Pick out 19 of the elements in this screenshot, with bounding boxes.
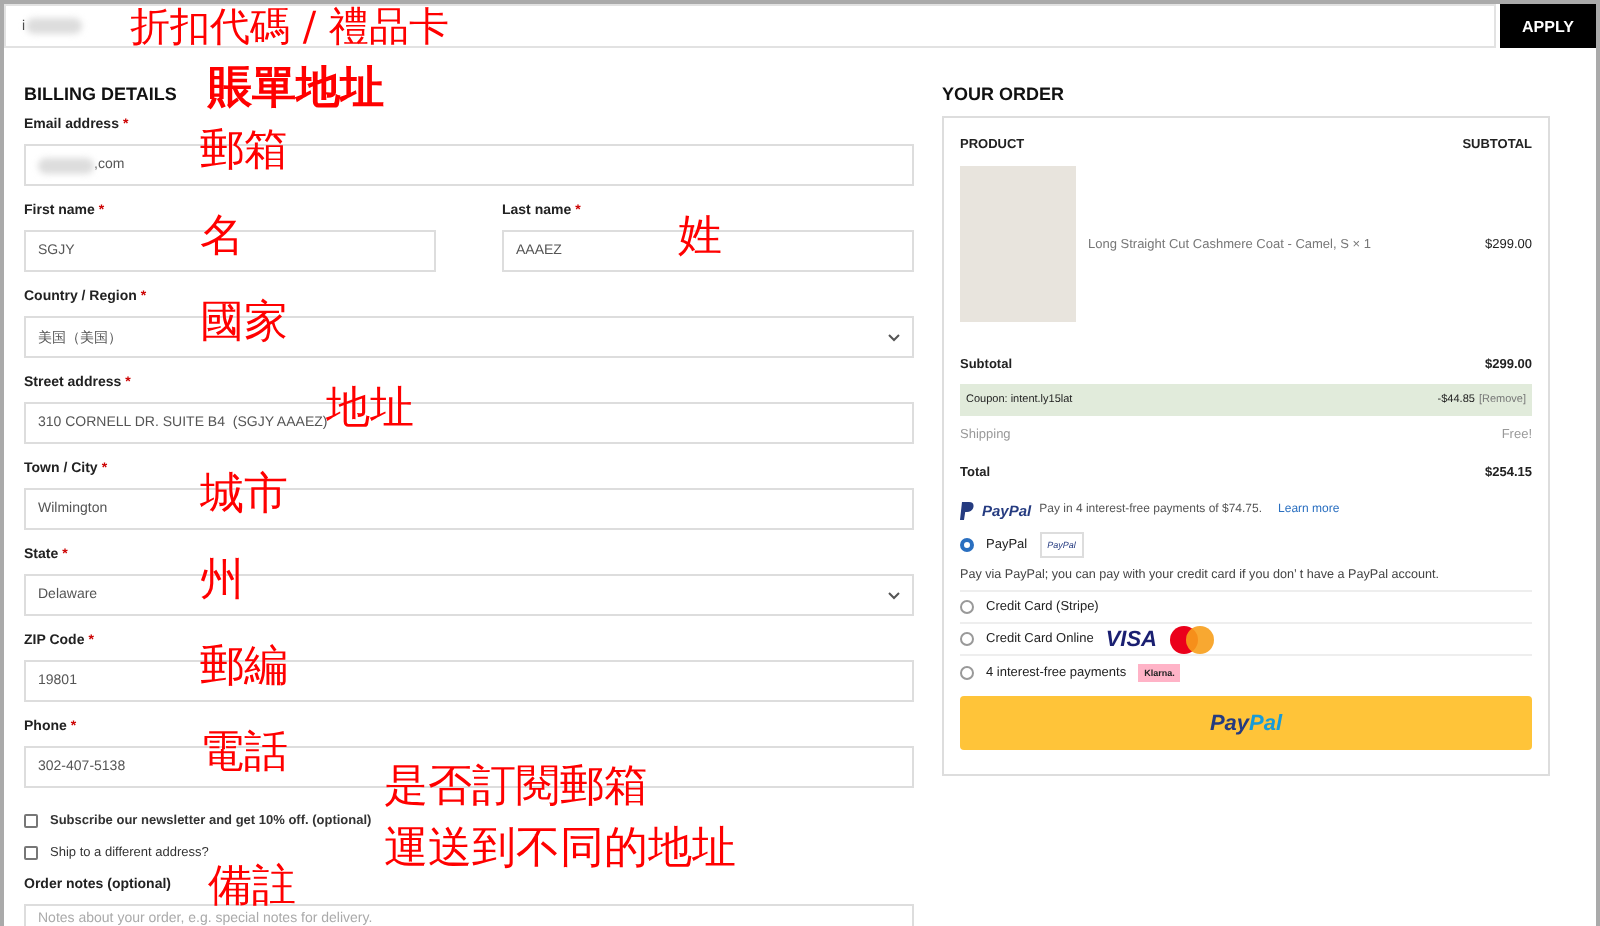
- annotation-text: 運送到不同的地址: [384, 826, 736, 874]
- section-heading: BILLING DETAILS: [24, 84, 177, 104]
- section-heading: YOUR ORDER: [942, 84, 1065, 104]
- visa-logo: VISA: [1105, 627, 1158, 651]
- radio-button[interactable]: [960, 600, 974, 614]
- paypal-p-icon: [960, 501, 974, 519]
- annotation-text: 折扣代碼 / 禮品卡: [130, 4, 449, 48]
- paypal-button[interactable]: PayPal: [960, 696, 1532, 750]
- checkbox[interactable]: [24, 813, 38, 827]
- card-logo-icon: [1169, 625, 1214, 653]
- chevron-down-icon: [888, 591, 900, 599]
- radio-button[interactable]: [960, 632, 974, 646]
- redacted-mark: [25, 18, 82, 34]
- radio-button[interactable]: [960, 537, 974, 551]
- radio-button[interactable]: [960, 665, 974, 679]
- checkbox[interactable]: [24, 845, 38, 859]
- apply-button[interactable]: APPLY: [1500, 4, 1596, 48]
- chevron-down-icon: [888, 333, 900, 341]
- annotation-text: 賬單地址: [208, 64, 384, 112]
